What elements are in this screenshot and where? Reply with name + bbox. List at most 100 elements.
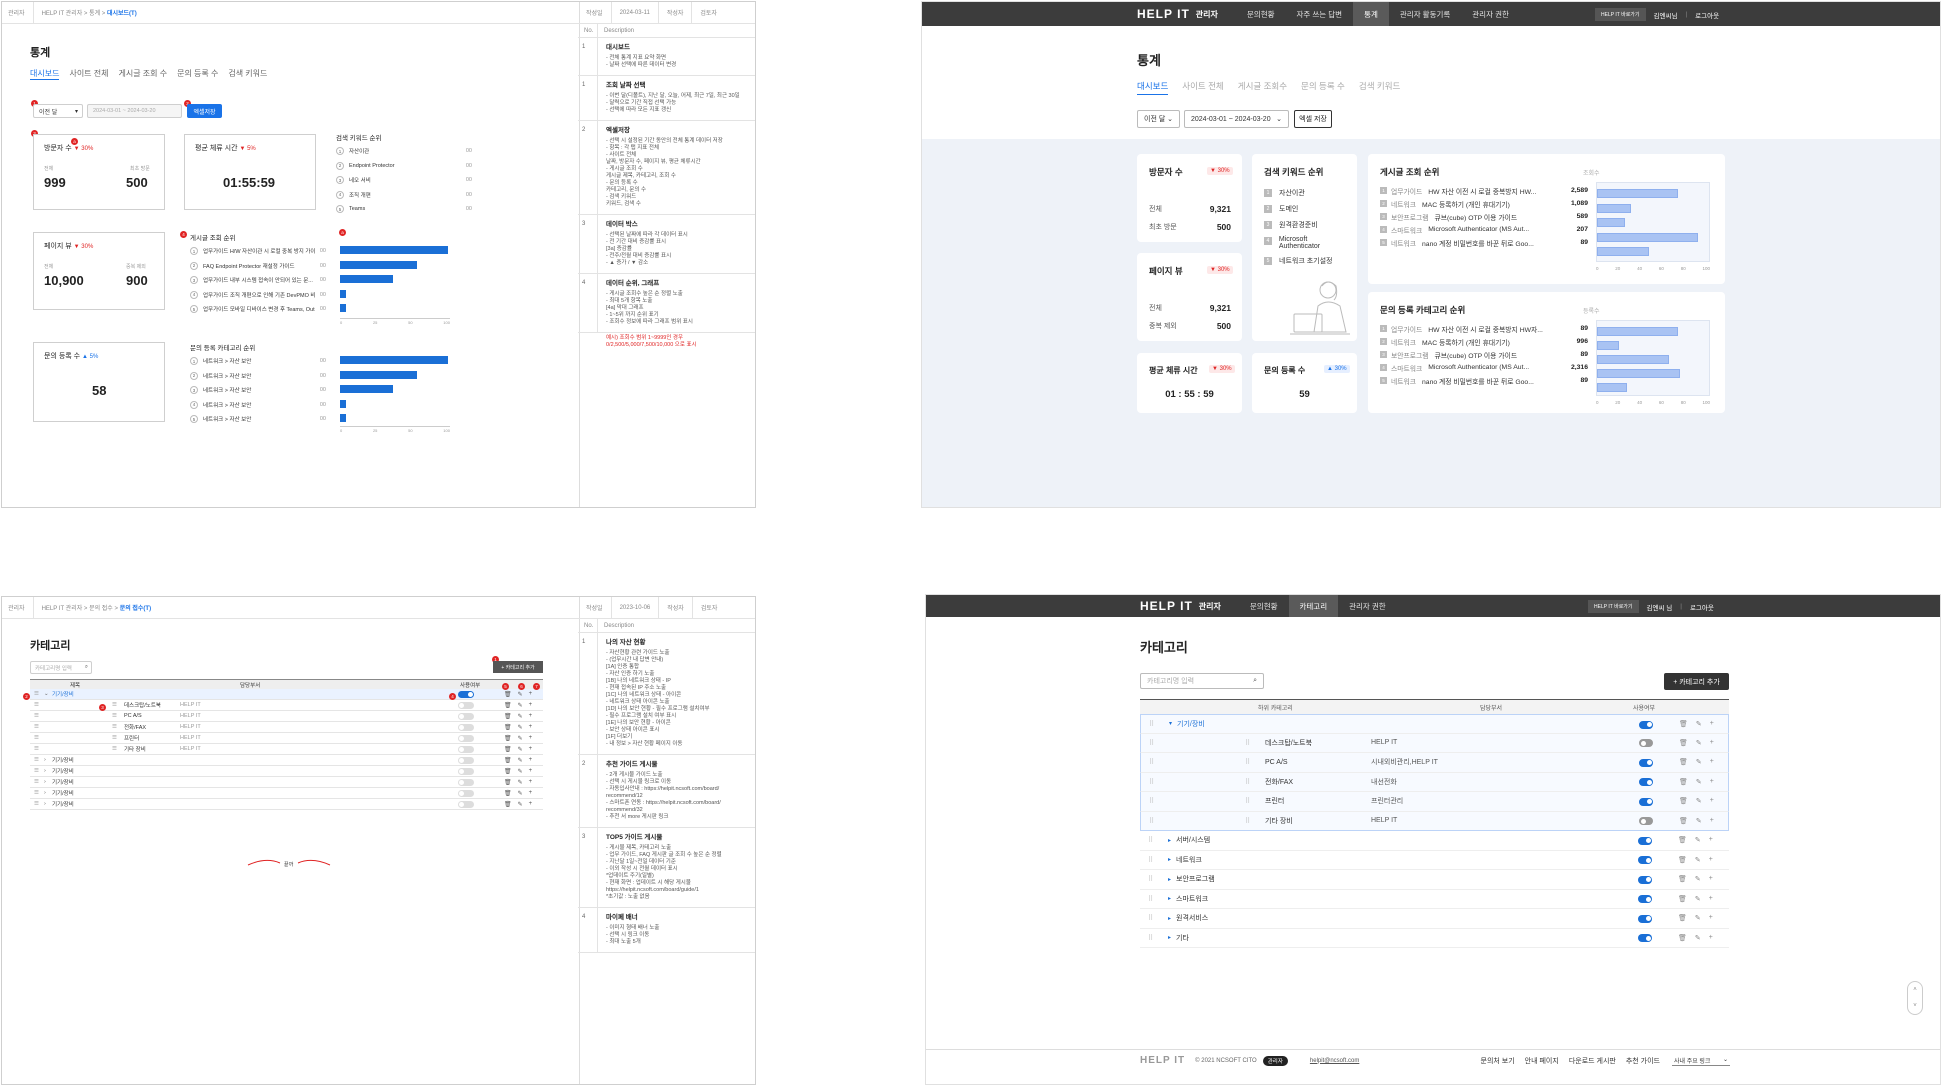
table-row[interactable]: ☰ › 기기/장비 🗑 ✎ +: [30, 755, 543, 766]
nav-item-permission[interactable]: 관리자 권한: [1338, 595, 1397, 617]
edit-icon[interactable]: ✎: [1696, 720, 1702, 728]
edit-icon[interactable]: ✎: [518, 691, 523, 698]
tab-inquiry[interactable]: 문의 등록 수: [177, 68, 218, 80]
drag-handle-icon[interactable]: ☰: [34, 746, 39, 752]
table-row[interactable]: ⠿ ⠿ 프린터 프린터관리 🗑 ✎ +: [1140, 792, 1729, 812]
period-select[interactable]: 이전 달 ▾: [33, 104, 83, 118]
drag-handle-icon[interactable]: ☰: [34, 790, 39, 796]
use-toggle[interactable]: [1638, 934, 1652, 942]
add-icon[interactable]: +: [1709, 856, 1713, 864]
table-row[interactable]: ☰ ☰ 프린터 HELP IT 🗑 ✎ +: [30, 733, 543, 744]
use-toggle[interactable]: [458, 691, 474, 698]
edit-icon[interactable]: ✎: [1695, 895, 1701, 903]
table-row[interactable]: ☰ › 기기/장비 🗑 ✎ +: [30, 766, 543, 777]
table-row[interactable]: ⠿ ▸ 스마트워크 🗑 ✎ +: [1140, 890, 1729, 909]
drag-handle-icon[interactable]: ☰: [34, 735, 39, 741]
table-row[interactable]: ⠿ ▸ 서버/시스템 🗑 ✎ +: [1140, 831, 1729, 851]
edit-icon[interactable]: ✎: [518, 724, 523, 731]
chevron-icon[interactable]: ›: [44, 768, 46, 774]
use-toggle[interactable]: [1639, 758, 1653, 767]
drag-handle-icon[interactable]: ☰: [112, 713, 117, 719]
use-toggle[interactable]: [458, 790, 474, 797]
table-row[interactable]: ☰ › 기기/장비 🗑 ✎ +: [30, 788, 543, 799]
trash-icon[interactable]: 🗑: [504, 713, 512, 720]
footer-link-recommend[interactable]: 추천 가이드: [1626, 1056, 1660, 1066]
chevron-icon[interactable]: ⌄: [44, 691, 49, 697]
add-icon[interactable]: +: [529, 779, 533, 786]
edit-icon[interactable]: ✎: [518, 768, 523, 775]
use-toggle[interactable]: [1638, 856, 1652, 864]
table-row[interactable]: ⠿ ⠿ 전화/FAX 내선전화 🗑 ✎ +: [1140, 772, 1729, 792]
chevron-icon[interactable]: ›: [44, 779, 46, 785]
category-search-input[interactable]: 카테고리명 입력 ⌕: [1140, 673, 1264, 689]
trash-icon[interactable]: 🗑: [1679, 739, 1688, 747]
table-row[interactable]: ☰ ☰ 전화/FAX HELP IT 🗑 ✎ +: [30, 722, 543, 733]
use-toggle[interactable]: [1639, 817, 1653, 825]
drag-handle-icon[interactable]: ⠿: [1148, 914, 1153, 922]
edit-icon[interactable]: ✎: [1696, 758, 1702, 766]
edit-icon[interactable]: ✎: [1695, 875, 1701, 883]
drag-handle-icon[interactable]: ☰: [112, 746, 117, 752]
add-icon[interactable]: +: [529, 768, 533, 775]
drag-handle-icon[interactable]: ⠿: [1148, 856, 1153, 864]
trash-icon[interactable]: 🗑: [1679, 797, 1688, 805]
site-link-select[interactable]: 사내 주요 링크 ⌄: [1672, 1056, 1730, 1066]
trash-icon[interactable]: 🗑: [1679, 817, 1688, 825]
edit-icon[interactable]: ✎: [518, 746, 523, 753]
table-row[interactable]: ⠿ ⠿ 기타 장비 HELP IT 🗑 ✎ +: [1140, 811, 1729, 831]
table-row[interactable]: ⠿ ▸ 네트워크 🗑 ✎ +: [1140, 851, 1729, 870]
drag-handle-icon[interactable]: ☰: [112, 724, 117, 730]
add-icon[interactable]: +: [1710, 758, 1714, 766]
nav-item-category[interactable]: 카테고리: [1288, 595, 1339, 617]
table-row[interactable]: ⠿ ⠿ PC A/S 시내외비관리,HELP IT 🗑 ✎ +: [1140, 753, 1729, 773]
chevron-icon[interactable]: ▸: [1168, 876, 1171, 883]
footer-link-download[interactable]: 다운로드 게시판: [1569, 1056, 1616, 1066]
edit-icon[interactable]: ✎: [1696, 797, 1702, 805]
table-row[interactable]: ☰ ☰ PC A/S HELP IT 🗑 ✎ +: [30, 711, 543, 722]
add-icon[interactable]: +: [529, 801, 533, 808]
drag-handle-icon[interactable]: ☰: [34, 691, 39, 697]
add-icon[interactable]: +: [529, 724, 533, 731]
edit-icon[interactable]: ✎: [518, 735, 523, 742]
trash-icon[interactable]: 🗑: [1678, 856, 1687, 864]
trash-icon[interactable]: 🗑: [504, 790, 512, 797]
trash-icon[interactable]: 🗑: [1678, 895, 1687, 903]
use-toggle[interactable]: [458, 779, 474, 786]
nav-item-inquiry[interactable]: 문의현황: [1239, 595, 1289, 617]
logout-link[interactable]: 로그아웃: [1690, 602, 1714, 612]
shortcut-button[interactable]: HELP IT 바로가기: [1595, 8, 1646, 21]
excel-save-button[interactable]: 엑셀 저장: [1294, 110, 1332, 128]
add-icon[interactable]: +: [1710, 817, 1714, 825]
add-icon[interactable]: +: [529, 790, 533, 797]
drag-handle-icon[interactable]: ☰: [112, 735, 117, 741]
drag-handle-icon[interactable]: ☰: [112, 702, 117, 708]
tab-dashboard[interactable]: 대시보드: [30, 68, 60, 80]
drag-handle-icon[interactable]: ⠿: [1149, 720, 1154, 728]
drag-handle-icon[interactable]: ⠿: [1148, 836, 1153, 844]
drag-handle-icon[interactable]: ⠿: [1148, 895, 1153, 903]
nav-item-activity[interactable]: 관리자 활동기록: [1389, 2, 1461, 26]
add-icon[interactable]: +: [529, 702, 533, 709]
nav-item-inquiry[interactable]: 문의현황: [1236, 2, 1286, 26]
add-category-button[interactable]: + 카테고리 추가: [1664, 673, 1729, 690]
chevron-icon[interactable]: ▸: [1168, 915, 1171, 922]
drag-handle-icon[interactable]: ☰: [34, 768, 39, 774]
add-icon[interactable]: +: [529, 713, 533, 720]
table-row[interactable]: ☰ › 기기/장비 🗑 ✎ +: [30, 777, 543, 788]
add-category-button[interactable]: + 카테고리 추가: [493, 661, 543, 673]
add-icon[interactable]: +: [1709, 875, 1713, 883]
use-toggle[interactable]: [458, 801, 474, 808]
table-row[interactable]: ☰ ☰ 데스크탑/노트북 HELP IT 🗑 ✎ +: [30, 700, 543, 711]
drag-handle-icon[interactable]: ⠿: [1149, 778, 1154, 786]
chevron-icon[interactable]: ▸: [1168, 856, 1171, 863]
tab-dashboard[interactable]: 대시보드: [1137, 80, 1169, 95]
use-toggle[interactable]: [458, 757, 474, 764]
footer-email[interactable]: helpit@ncsoft.com: [1310, 1058, 1359, 1064]
use-toggle[interactable]: [458, 713, 474, 720]
nav-item-answers[interactable]: 자주 쓰는 답변: [1286, 2, 1354, 26]
use-toggle[interactable]: [458, 735, 474, 742]
edit-icon[interactable]: ✎: [1696, 778, 1702, 786]
trash-icon[interactable]: 🗑: [1679, 720, 1688, 728]
chevron-icon[interactable]: ▾: [1169, 720, 1172, 727]
drag-handle-icon[interactable]: ⠿: [1245, 797, 1250, 805]
